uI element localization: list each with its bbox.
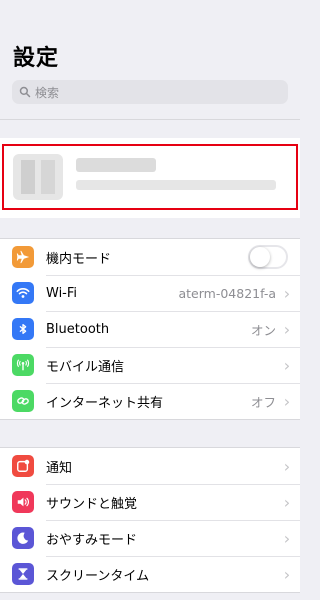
- settings-row-mobile-data[interactable]: モバイル通信 ›: [0, 347, 300, 383]
- avatar: [13, 154, 63, 200]
- chevron-right-icon: ›: [283, 355, 291, 375]
- settings-row-label: おやすみモード: [46, 532, 138, 548]
- settings-row-label: 機内モード: [46, 251, 112, 267]
- page-title: 設定: [13, 46, 60, 71]
- chevron-right-icon: ›: [283, 564, 291, 584]
- chevron-right-icon: ›: [283, 391, 291, 411]
- bluetooth-icon: [12, 318, 34, 340]
- wifi-icon: [12, 282, 34, 304]
- link-icon: [12, 390, 34, 412]
- settings-row-airplane-mode[interactable]: 機内モード: [0, 239, 300, 275]
- profile-subtitle-redacted: [76, 180, 276, 190]
- settings-row-label: スクリーンタイム: [46, 568, 150, 584]
- settings-row-value: aterm-04821f-a: [178, 285, 276, 301]
- divider: [0, 119, 300, 120]
- notifications-icon: [12, 455, 34, 477]
- connectivity-settings-group: 機内モード Wi-Fi aterm-04821f-a › Bluetooth オ…: [0, 238, 300, 420]
- chevron-right-icon: ›: [283, 456, 291, 476]
- profile-name-redacted: [76, 158, 156, 172]
- moon-icon: [12, 527, 34, 549]
- settings-row-personal-hotspot[interactable]: インターネット共有 オフ ›: [0, 383, 300, 419]
- antenna-icon: [12, 354, 34, 376]
- chevron-right-icon: ›: [283, 283, 291, 303]
- settings-row-label: サウンドと触覚: [46, 496, 138, 512]
- settings-row-label: Wi-Fi: [46, 285, 78, 301]
- apple-id-profile-row[interactable]: [2, 144, 298, 210]
- settings-row-bluetooth[interactable]: Bluetooth オン ›: [0, 311, 300, 347]
- settings-row-label: 通知: [46, 460, 73, 476]
- hourglass-icon: [12, 563, 34, 585]
- chevron-right-icon: ›: [283, 492, 291, 512]
- speaker-icon: [12, 491, 34, 513]
- settings-screen: 設定 検索 機内モード Wi-Fi aterm-04821f-a › Bluet…: [0, 0, 300, 600]
- settings-row-do-not-disturb[interactable]: おやすみモード ›: [0, 520, 300, 556]
- toggle-knob: [250, 247, 270, 267]
- chevron-right-icon: ›: [283, 528, 291, 548]
- settings-row-label: Bluetooth: [46, 321, 110, 337]
- airplane-icon: [12, 246, 34, 268]
- magnifying-glass-icon: [19, 86, 31, 98]
- settings-row-screen-time[interactable]: スクリーンタイム ›: [0, 556, 300, 592]
- settings-row-notifications[interactable]: 通知 ›: [0, 448, 300, 484]
- chevron-right-icon: ›: [283, 319, 291, 339]
- settings-row-value: オン: [250, 322, 276, 338]
- settings-row-value: オフ: [250, 394, 276, 410]
- notifications-settings-group: 通知 › サウンドと触覚 › おやすみモード › スクリーンタイム ›: [0, 447, 300, 593]
- settings-row-label: インターネット共有: [46, 395, 164, 411]
- search-placeholder: 検索: [35, 85, 60, 100]
- search-field[interactable]: 検索: [12, 80, 288, 104]
- settings-row-label: モバイル通信: [46, 359, 125, 375]
- airplane-mode-toggle[interactable]: [248, 245, 288, 269]
- settings-row-wifi[interactable]: Wi-Fi aterm-04821f-a ›: [0, 275, 300, 311]
- settings-row-sounds[interactable]: サウンドと触覚 ›: [0, 484, 300, 520]
